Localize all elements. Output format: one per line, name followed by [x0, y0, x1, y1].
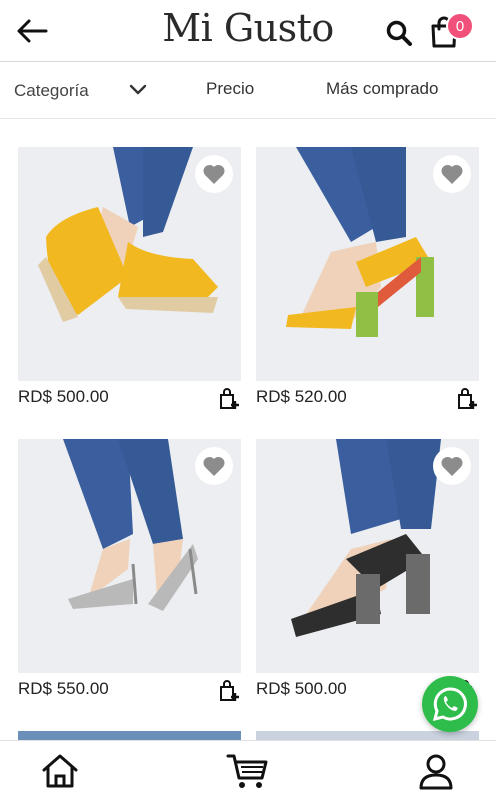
add-to-cart-button[interactable]	[455, 387, 479, 411]
product-price: RD$ 500.00	[18, 387, 109, 406]
search-icon	[386, 20, 412, 46]
back-button[interactable]	[14, 14, 50, 48]
nav-cart[interactable]	[224, 747, 272, 795]
price-filter[interactable]: Precio	[206, 79, 254, 99]
whatsapp-icon	[432, 687, 467, 722]
add-to-cart-button[interactable]	[217, 679, 241, 703]
favorite-button[interactable]	[433, 447, 471, 485]
whatsapp-button[interactable]	[422, 676, 478, 732]
heart-icon	[441, 456, 463, 476]
favorite-button[interactable]	[195, 155, 233, 193]
brand-logo: Mi Gusto	[162, 6, 334, 50]
heart-icon	[203, 164, 225, 184]
product-price: RD$ 550.00	[18, 679, 109, 698]
bottom-navigation	[0, 740, 496, 800]
cart-count-badge: 0	[446, 12, 474, 40]
app-header: Mi Gusto 0	[0, 0, 496, 62]
chevron-down-icon[interactable]	[128, 82, 148, 96]
product-image-partial[interactable]	[18, 731, 241, 740]
nav-profile[interactable]	[412, 747, 460, 795]
product-image-partial[interactable]	[256, 731, 479, 740]
arrow-left-icon	[17, 19, 48, 43]
home-icon	[42, 754, 78, 788]
add-to-bag-icon	[458, 388, 477, 409]
add-to-bag-icon	[220, 388, 239, 409]
cart-icon	[226, 754, 268, 788]
product-price: RD$ 500.00	[256, 679, 347, 698]
add-to-cart-button[interactable]	[217, 387, 241, 411]
search-button[interactable]	[382, 16, 416, 50]
user-icon	[419, 754, 453, 790]
add-to-bag-icon	[220, 680, 239, 701]
heart-icon	[203, 456, 225, 476]
heart-icon	[441, 164, 463, 184]
nav-home[interactable]	[36, 747, 84, 795]
best-selling-filter[interactable]: Más comprado	[326, 79, 438, 99]
filter-bar: Categoría Precio Más comprado	[0, 63, 496, 119]
favorite-button[interactable]	[195, 447, 233, 485]
category-filter[interactable]: Categoría	[14, 81, 89, 101]
product-price: RD$ 520.00	[256, 387, 347, 406]
favorite-button[interactable]	[433, 155, 471, 193]
